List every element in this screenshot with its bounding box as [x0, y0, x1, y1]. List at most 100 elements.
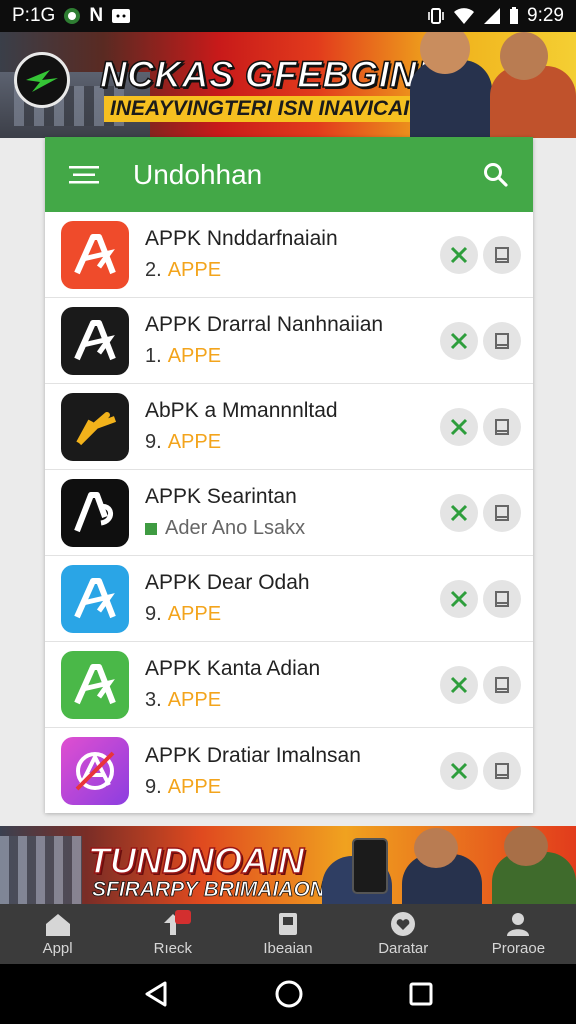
app-tag: APPE: [167, 603, 222, 625]
app-list-item[interactable]: APPK Dear Odah 9. APPE: [45, 556, 533, 642]
home-button-icon[interactable]: [273, 978, 305, 1010]
app-name: APPK Nnddarfnaiain: [145, 227, 338, 250]
details-button[interactable]: [483, 493, 521, 532]
check-cross-icon: [450, 332, 468, 349]
app-icon: [61, 650, 129, 719]
menu-icon[interactable]: [69, 164, 99, 186]
app-tag: APPE: [167, 689, 222, 711]
details-button[interactable]: [483, 235, 521, 274]
app-list-item[interactable]: AbPK a Mmannnltad 9. APPE: [45, 384, 533, 470]
banner-phone-image: [352, 838, 388, 894]
banner-building-image: [0, 836, 82, 904]
person-icon: [507, 913, 530, 936]
banner-subtitle: INEAYVINGTERI ISN INAVICAI: [104, 96, 416, 122]
search-icon[interactable]: [483, 162, 509, 188]
install-button[interactable]: [440, 235, 478, 274]
banner-logo: [14, 52, 70, 108]
details-button[interactable]: [483, 321, 521, 360]
app-list-item[interactable]: APPK Searintan Ader Ano Lsakx: [45, 470, 533, 556]
app-list-item[interactable]: APPK Kanta Adian 3. APPE: [45, 642, 533, 728]
app-name: APPK Drarral Nanhnaiian: [145, 313, 384, 336]
app-list-item[interactable]: APPK Nnddarfnaiain 2. APPE: [45, 212, 533, 298]
nav-label: Appl: [42, 940, 73, 957]
install-button[interactable]: [440, 665, 478, 704]
nav-label: Rıeck: [153, 940, 192, 957]
details-button[interactable]: [483, 407, 521, 446]
banner-soldier-image: [414, 828, 458, 868]
bottom-navigation: Appl Rıeck Ibeaian Daratar Proraoe: [0, 904, 576, 964]
app-version: 9.: [145, 431, 162, 453]
app-version: 9.: [145, 775, 162, 798]
check-cross-icon: [450, 418, 468, 435]
arrow-logo-icon: [26, 70, 58, 92]
details-button[interactable]: [483, 665, 521, 704]
nav-item-ibeaian[interactable]: Ibeaian: [230, 904, 345, 964]
document-icon: [495, 676, 509, 693]
details-button[interactable]: [483, 752, 521, 790]
app-list-item[interactable]: APPK Dratiar Imalnsan 9. APPE: [45, 728, 533, 814]
details-button[interactable]: [483, 579, 521, 618]
app-icon: [61, 737, 129, 805]
install-button[interactable]: [440, 579, 478, 618]
vibrate-icon: [427, 7, 445, 25]
app-list-item[interactable]: APPK Drarral Nanhnaiian 1. APPE: [45, 298, 533, 384]
app-name: APPK Kanta Adian: [145, 657, 321, 680]
app-list-card: Undohhan APPK Nnddarfnaiain 2. APPE APPK…: [45, 137, 533, 813]
banner-title: NCKAS GFEBGINI: [99, 53, 428, 96]
battery-icon: [509, 7, 519, 25]
app-name: APPK Dratiar Imalnsan: [145, 743, 361, 767]
banner-soldier-image: [500, 32, 548, 80]
n-icon: N: [89, 5, 104, 26]
status-time: 9:29: [527, 5, 564, 26]
status-left-text: P:1G: [12, 5, 56, 26]
app-version: 1.: [145, 345, 162, 367]
document-icon: [495, 332, 509, 349]
app-logo-icon: [76, 411, 117, 445]
home-icon: [45, 914, 70, 936]
page-title: Undohhan: [133, 158, 263, 190]
app-logo-icon: [74, 319, 116, 360]
document-icon: [495, 763, 509, 779]
nav-item-proraoe[interactable]: Proraoe: [461, 904, 576, 964]
app-version: 2.: [145, 259, 162, 281]
app-tag: APPE: [167, 775, 222, 798]
check-cross-icon: [450, 762, 468, 780]
app-logo-icon: [75, 751, 115, 791]
app-name: APPK Dear Odah: [145, 571, 310, 594]
recents-icon[interactable]: [407, 980, 435, 1008]
nav-label: Ibeaian: [263, 940, 313, 957]
app-list: APPK Nnddarfnaiain 2. APPE APPK Drarral N…: [45, 212, 533, 814]
small-app-icon: [145, 522, 157, 535]
heart-icon: [391, 912, 416, 936]
app-tag: APPE: [167, 431, 222, 453]
nav-item-appl[interactable]: Appl: [0, 904, 115, 964]
install-button[interactable]: [440, 493, 478, 532]
notification-icon: [63, 7, 81, 25]
app-bar: Undohhan: [45, 137, 533, 212]
nav-label: Proraoe: [491, 940, 546, 957]
nav-item-daratar[interactable]: Daratar: [346, 904, 461, 964]
app-name: APPK Searintan: [145, 485, 297, 508]
install-button[interactable]: [440, 752, 478, 790]
install-button[interactable]: [440, 407, 478, 446]
check-cross-icon: [450, 504, 468, 521]
document-icon: [495, 590, 509, 607]
notification-badge: [175, 910, 192, 924]
install-button[interactable]: [440, 321, 478, 360]
bottom-ad-banner[interactable]: TUNDNOAIN SFIRARPY BRIMAIAON: [0, 826, 576, 904]
app-logo-icon: [74, 491, 113, 532]
nav-item-rieck[interactable]: Rıeck: [115, 904, 230, 964]
app-icon: [61, 306, 129, 375]
app-icon: [61, 564, 129, 633]
app-version: 9.: [145, 603, 162, 625]
back-icon[interactable]: [141, 979, 171, 1009]
document-icon: [495, 504, 509, 521]
app-developer: Ader Ano Lsakx: [165, 517, 306, 539]
top-ad-banner[interactable]: NCKAS GFEBGINI INEAYVINGTERI ISN INAVICA…: [0, 32, 576, 138]
wifi-icon: [453, 7, 475, 25]
message-icon: [111, 8, 131, 24]
nav-label: Daratar: [378, 940, 429, 957]
app-logo-icon: [74, 577, 116, 618]
app-tag: APPE: [167, 345, 222, 367]
app-tag: APPE: [167, 259, 222, 281]
